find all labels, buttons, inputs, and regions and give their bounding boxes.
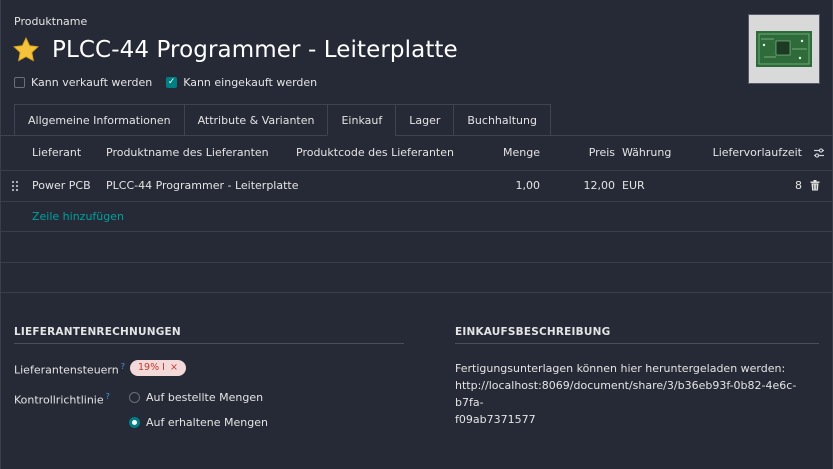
checkmark-icon: ✓ <box>167 77 176 87</box>
column-vendor-product-code[interactable]: Produktcode des Lieferanten <box>296 136 454 170</box>
can-be-sold-label: Kann verkauft werden <box>31 76 153 89</box>
purchase-description-text[interactable]: Fertigungsunterlagen können hier herunte… <box>455 360 815 428</box>
column-vendor[interactable]: Lieferant <box>32 136 81 170</box>
can-be-sold-checkbox[interactable]: Kann verkauft werden <box>14 76 152 89</box>
column-quantity[interactable]: Menge <box>503 136 540 170</box>
control-policy-label: Kontrollrichtlinie? <box>14 392 110 407</box>
tab-accounting[interactable]: Buchhaltung <box>453 104 551 136</box>
column-lead-time[interactable]: Liefervorlaufzeit <box>713 136 802 170</box>
pcb-image <box>756 31 812 67</box>
radio-received-quantities[interactable]: Auf erhaltene Mengen <box>129 416 268 429</box>
radio-received-label: Auf erhaltene Mengen <box>146 416 268 429</box>
cell-price[interactable]: 12,00 <box>584 170 616 202</box>
help-icon[interactable]: ? <box>106 392 110 401</box>
column-currency[interactable]: Währung <box>622 136 671 170</box>
table-bottom-divider <box>0 292 833 293</box>
tab-purchase[interactable]: Einkauf <box>327 104 397 136</box>
trash-icon[interactable] <box>810 180 820 191</box>
radio-on[interactable] <box>129 417 140 428</box>
table-row-divider <box>0 262 833 263</box>
tax-tag-label: 19% I <box>138 362 165 373</box>
vendor-bills-title: LIEFERANTENRECHNUNGEN <box>14 326 181 338</box>
remove-tag-icon[interactable]: × <box>170 362 178 373</box>
tax-tag[interactable]: 19% I × <box>130 360 186 376</box>
column-price[interactable]: Preis <box>589 136 615 170</box>
cell-currency[interactable]: EUR <box>622 170 645 202</box>
product-title[interactable]: PLCC-44 Programmer - Leiterplatte <box>52 37 458 63</box>
tab-attributes-variants[interactable]: Attribute & Varianten <box>183 104 329 136</box>
notebook-tabs: Allgemeine Informationen Attribute & Var… <box>14 104 551 136</box>
vendor-table-header: Lieferant Produktname des Lieferanten Pr… <box>0 136 833 170</box>
column-vendor-product-name[interactable]: Produktname des Lieferanten <box>106 136 269 170</box>
vendor-taxes-text: Lieferantensteuern <box>14 363 119 377</box>
checkbox-checked[interactable]: ✓ <box>166 77 178 88</box>
add-line-link[interactable]: Zeile hinzufügen <box>32 210 124 223</box>
description-line: http://localhost:8069/document/share/3/b… <box>455 379 797 409</box>
tab-general-information[interactable]: Allgemeine Informationen <box>14 104 185 136</box>
star-icon[interactable] <box>12 36 40 64</box>
cell-vendor[interactable]: Power PCB <box>32 170 91 202</box>
can-be-purchased-checkbox[interactable]: ✓ Kann eingekauft werden <box>166 76 317 89</box>
description-line: Fertigungsunterlagen können hier herunte… <box>455 362 786 375</box>
radio-ordered-label: Auf bestellte Mengen <box>146 391 264 404</box>
table-row[interactable]: Power PCB PLCC-44 Programmer - Leiterpla… <box>0 170 833 202</box>
control-policy-text: Kontrollrichtlinie <box>14 393 104 407</box>
radio-ordered-quantities[interactable]: Auf bestellte Mengen <box>129 391 263 404</box>
product-name-label: Produktname <box>14 15 88 28</box>
help-icon[interactable]: ? <box>121 362 125 371</box>
sale-purchase-flags: Kann verkauft werden ✓ Kann eingekauft w… <box>14 76 331 89</box>
vendor-taxes-label: Lieferantensteuern? <box>14 362 125 377</box>
product-image[interactable] <box>748 14 820 84</box>
optional-columns-icon[interactable] <box>813 147 825 159</box>
cell-lead-time[interactable]: 8 <box>795 170 802 202</box>
section-rule <box>14 343 404 344</box>
title-row: PLCC-44 Programmer - Leiterplatte <box>12 34 458 66</box>
checkbox-unchecked[interactable] <box>14 77 25 88</box>
section-rule <box>455 343 819 344</box>
radio-off[interactable] <box>129 392 140 403</box>
purchase-description-title: EINKAUFSBESCHREIBUNG <box>455 326 611 338</box>
tab-inventory[interactable]: Lager <box>395 104 455 136</box>
table-row-divider <box>0 231 833 232</box>
cell-quantity[interactable]: 1,00 <box>516 170 541 202</box>
can-be-purchased-label: Kann eingekauft werden <box>183 76 318 89</box>
description-line: f09ab7371577 <box>455 413 536 426</box>
drag-handle-icon[interactable] <box>11 180 19 192</box>
cell-vendor-product-name[interactable]: PLCC-44 Programmer - Leiterplatte <box>106 170 299 202</box>
